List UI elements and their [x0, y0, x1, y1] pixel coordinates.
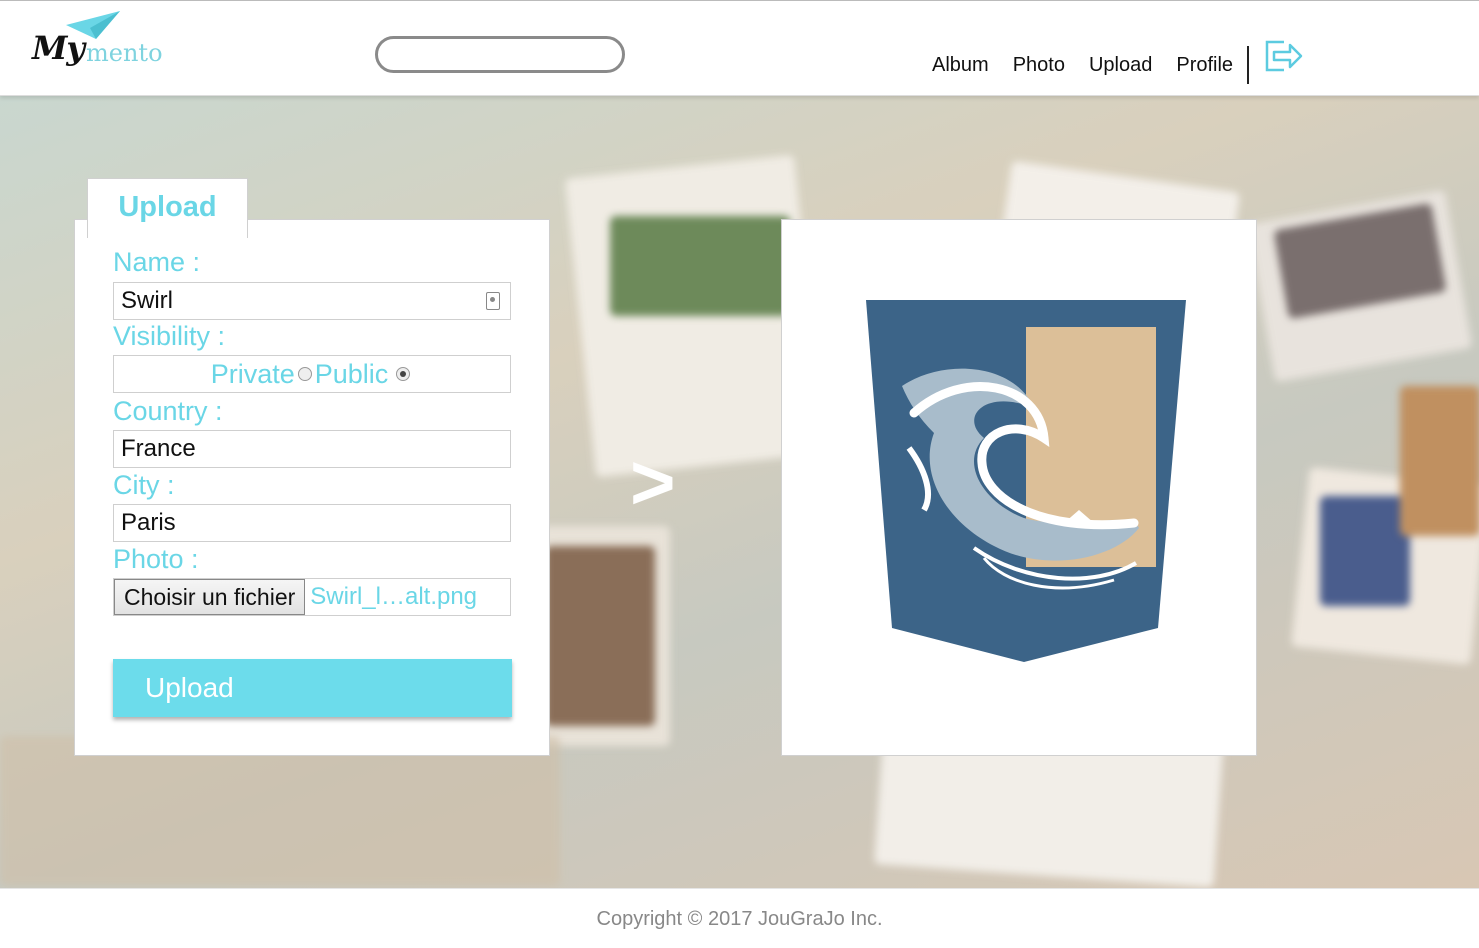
copyright-text: Copyright © 2017 JouGraJo Inc.	[596, 908, 883, 930]
file-name: Swirl_l…alt.png	[310, 583, 478, 610]
photo-file-input: Choisir un fichier Swirl_l…alt.png	[113, 578, 511, 616]
public-radio[interactable]	[396, 367, 411, 381]
name-field[interactable]: Swirl	[113, 282, 511, 320]
upload-form: Name : Swirl Visibility : Private Public…	[74, 219, 550, 756]
logo-my: My	[32, 29, 85, 67]
logo[interactable]: My mento	[30, 11, 175, 81]
visibility-group: Private Public	[113, 355, 511, 393]
photo-preview	[781, 219, 1257, 756]
footer: Copyright © 2017 JouGraJo Inc.	[0, 888, 1479, 948]
contact-card-icon[interactable]	[486, 292, 500, 310]
country-value: France	[121, 435, 196, 462]
search-input[interactable]	[375, 36, 625, 73]
nav-divider	[1247, 46, 1250, 84]
swirl-logo-image	[866, 300, 1186, 662]
upload-button[interactable]: Upload	[113, 659, 512, 717]
city-field[interactable]: Paris	[113, 504, 511, 542]
nav-photo[interactable]: Photo	[1013, 54, 1065, 77]
tab-upload[interactable]: Upload	[87, 178, 248, 238]
city-label: City :	[113, 470, 175, 500]
arrow-indicator: >	[630, 438, 676, 526]
visibility-label: Visibility :	[113, 321, 226, 351]
photo-label: Photo :	[113, 544, 199, 574]
tab-upload-label: Upload	[118, 191, 217, 223]
main-nav: Album Photo Upload Profile	[920, 46, 1263, 84]
name-label: Name :	[113, 247, 201, 277]
country-label: Country :	[113, 396, 223, 426]
nav-upload[interactable]: Upload	[1089, 54, 1152, 77]
nav-album[interactable]: Album	[932, 54, 989, 77]
name-value: Swirl	[121, 287, 173, 314]
private-label: Private	[210, 358, 295, 389]
public-label: Public	[314, 358, 389, 389]
city-value: Paris	[121, 509, 176, 536]
logo-mento: mento	[86, 39, 163, 67]
logout-icon[interactable]	[1264, 39, 1304, 73]
private-radio[interactable]	[297, 367, 312, 381]
choose-file-button[interactable]: Choisir un fichier	[114, 579, 306, 615]
country-field[interactable]: France	[113, 430, 511, 468]
nav-profile[interactable]: Profile	[1176, 54, 1233, 77]
header: My mento Album Photo Upload Profile	[0, 0, 1479, 96]
